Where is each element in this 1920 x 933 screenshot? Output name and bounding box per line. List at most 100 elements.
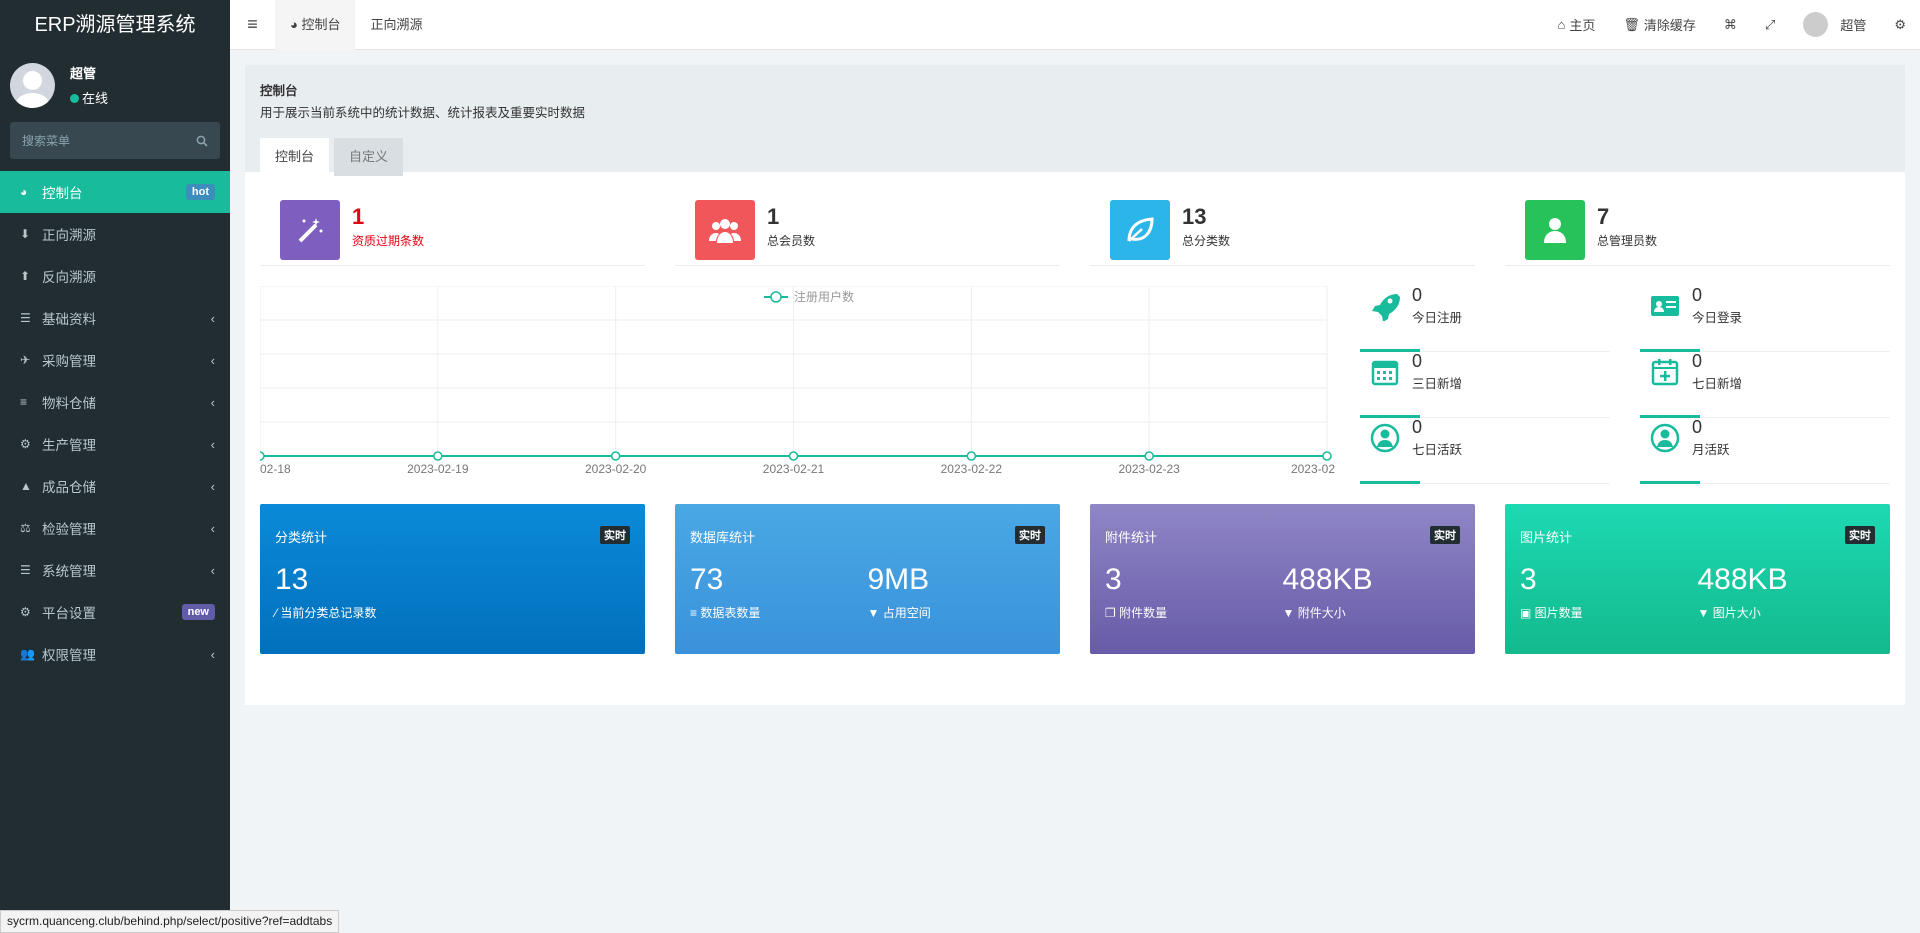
road-icon: ▲ (20, 479, 32, 493)
sidebar-item-label: 物料仓储 (42, 396, 96, 411)
sidebar-item-label: 权限管理 (42, 648, 96, 663)
users-icon: 👥 (20, 647, 35, 661)
online-dot-icon (70, 94, 79, 103)
realtime-badge: 实时 (600, 526, 630, 544)
stat-value: 7 (1597, 204, 1610, 229)
top-header: ≡ ◕ 控制台 正向溯源 ⌂ 主页 🗑 清除缓存 ⌘ ⤢ 超管 ⚙ (230, 0, 1920, 50)
card-title: 分类统计 (275, 530, 328, 545)
dashboard-icon: ◕ (20, 185, 28, 199)
line-chart: 02-18 2023-02-19 2023-02-20 2023-02-21 2023-… (255, 285, 1335, 481)
card-value: 73 (690, 563, 724, 596)
kpi-label: 七日新增 (1692, 377, 1743, 391)
legend-label: 注册用户数 (794, 289, 854, 304)
sidebar-item-basic-data[interactable]: ☰ 基础资料 ‹ (0, 297, 230, 339)
id-card-icon (1651, 296, 1679, 316)
user-panel: 超管 在线 (0, 50, 230, 120)
sidebar-item-label: 成品仓储 (42, 480, 96, 495)
settings-button[interactable]: ⚙ (1880, 17, 1920, 33)
sidebar-item-production[interactable]: ⚙ 生产管理 ‹ (0, 423, 230, 465)
sidebar-item-material-storage[interactable]: ≡ 物料仓储 ‹ (0, 381, 230, 423)
kpi-bar (1640, 481, 1700, 484)
image-icon: ▣ (1520, 606, 1535, 620)
search-placeholder: 搜索菜单 (22, 134, 71, 148)
sidebar-item-forward-trace[interactable]: ⬇ 正向溯源 (0, 213, 230, 255)
card-title: 附件统计 (1105, 530, 1158, 545)
calendar-plus-icon (1651, 359, 1679, 386)
card-image-stats: 图片统计 实时 3 ▣ 图片数量 488KB ▼ 图片大小 (1505, 504, 1890, 654)
chart-svg: 02-18 2023-02-19 2023-02-20 2023-02-21 2023-… (255, 285, 1335, 476)
card-sublabel: 图片大小 (1712, 606, 1761, 620)
balance-scale-icon: ⚖ (20, 521, 31, 535)
card-category-stats: 分类统计 实时 13 ⁄ 当前分类总记录数 (260, 504, 645, 654)
tab-forward-trace[interactable]: 正向溯源 (355, 0, 437, 50)
tab-label: 控制台 (301, 16, 341, 32)
menu-toggle-icon[interactable]: ≡ (230, 14, 275, 35)
sidebar-item-label: 系统管理 (42, 564, 96, 579)
clear-cache-button[interactable]: 🗑 清除缓存 (1609, 15, 1710, 34)
tab-dashboard[interactable]: ◕ 控制台 (275, 0, 356, 50)
sidebar-item-product-storage[interactable]: ▲ 成品仓储 ‹ (0, 465, 230, 507)
plane-icon: ✈ (20, 353, 31, 367)
sidebar-item-reverse-trace[interactable]: ⬆ 反向溯源 (0, 255, 230, 297)
data-point (1144, 451, 1154, 461)
tab-custom[interactable]: 自定义 (334, 138, 404, 176)
home-link[interactable]: ⌂ 主页 (1544, 15, 1610, 34)
search-input[interactable]: 搜索菜单 (10, 122, 220, 159)
x-tick-label: 2023-02-19 (407, 462, 469, 476)
card-database-stats: 数据库统计 实时 73 ≡ 数据表数量 9MB ▼ 占用空间 (675, 504, 1060, 654)
stat-label: 总分类数 (1182, 234, 1231, 248)
leaf-icon (1110, 200, 1170, 260)
kpi-label: 月活跃 (1692, 443, 1730, 457)
kpi-label: 三日新增 (1412, 377, 1463, 391)
sidebar-item-label: 检验管理 (42, 522, 96, 537)
kpi-value: 0 (1692, 417, 1703, 437)
sidebar-item-dashboard[interactable]: ◕ 控制台 hot (0, 171, 230, 213)
stat-value: 1 (767, 204, 780, 229)
sidebar-item-label: 平台设置 (42, 606, 96, 621)
kpi-grid: 0 今日注册 0 今日登录 0 三日新增 0 七日新增 0 七日活跃 0 月活跃 (1335, 286, 1890, 484)
sidebar-item-purchase[interactable]: ✈ 采购管理 ‹ (0, 339, 230, 381)
card-sublabel: 图片数量 (1534, 606, 1583, 620)
cogs-icon: ⚙ (20, 437, 31, 451)
chevron-left-icon: ‹ (210, 520, 215, 536)
sidebar-item-system[interactable]: ☰ 系统管理 ‹ (0, 549, 230, 591)
avatar (10, 62, 55, 108)
x-tick-label: 2023-02-22 (941, 462, 1003, 476)
card-attachment-stats: 附件统计 实时 3 ❐ 附件数量 488KB ▼ 附件大小 (1090, 504, 1475, 654)
chevron-left-icon: ‹ (210, 478, 215, 494)
kpi-value: 0 (1412, 417, 1423, 437)
realtime-badge: 实时 (1430, 526, 1460, 544)
stat-label: 总管理员数 (1597, 234, 1658, 248)
header-username: 超管 (1840, 18, 1867, 33)
sidebar-item-permissions[interactable]: 👥 权限管理 ‹ (0, 633, 230, 675)
user-menu[interactable]: 超管 (1789, 12, 1880, 37)
sidebar: ERP溯源管理系统 超管 在线 搜索菜单 ◕ 控制台 hot ⬇ 正向溯源 ⬆ 反向溯源… (0, 0, 230, 933)
cogs-icon: ⚙ (20, 605, 31, 619)
card-sublabel: 附件大小 (1297, 606, 1346, 620)
sidebar-item-inspection[interactable]: ⚖ 检验管理 ‹ (0, 507, 230, 549)
card-sublabel: 当前分类总记录数 (280, 606, 377, 620)
app-logo[interactable]: ERP溯源管理系统 (0, 0, 230, 50)
data-point (255, 451, 265, 461)
rocket-icon (1372, 294, 1400, 321)
sidebar-item-platform-settings[interactable]: ⚙ 平台设置 new (0, 591, 230, 633)
card-sublabel: 附件数量 (1119, 606, 1168, 620)
x-tick-label: 2023-02-20 (585, 462, 647, 476)
kpi-label: 七日活跃 (1412, 443, 1463, 457)
tab-dashboard-content[interactable]: 控制台 (260, 138, 330, 176)
list-icon: ☰ (20, 311, 31, 325)
user-circle-icon (1370, 423, 1400, 453)
card-value: 9MB (867, 563, 930, 596)
card-value: 13 (275, 563, 309, 596)
kpi-monthly-active: 0 月活跃 (1640, 418, 1890, 484)
legend-marker (770, 291, 782, 303)
kpi-value: 0 (1692, 351, 1703, 371)
stat-value: 13 (1182, 204, 1207, 229)
fullscreen-button[interactable]: ⤢ (1751, 17, 1789, 33)
database-icon: ≡ (690, 606, 701, 620)
data-point (433, 451, 443, 461)
search-icon[interactable] (196, 135, 208, 147)
stat-label: 总会员数 (767, 234, 816, 248)
language-button[interactable]: ⌘ (1710, 17, 1751, 33)
kpi-bar (1360, 481, 1420, 484)
